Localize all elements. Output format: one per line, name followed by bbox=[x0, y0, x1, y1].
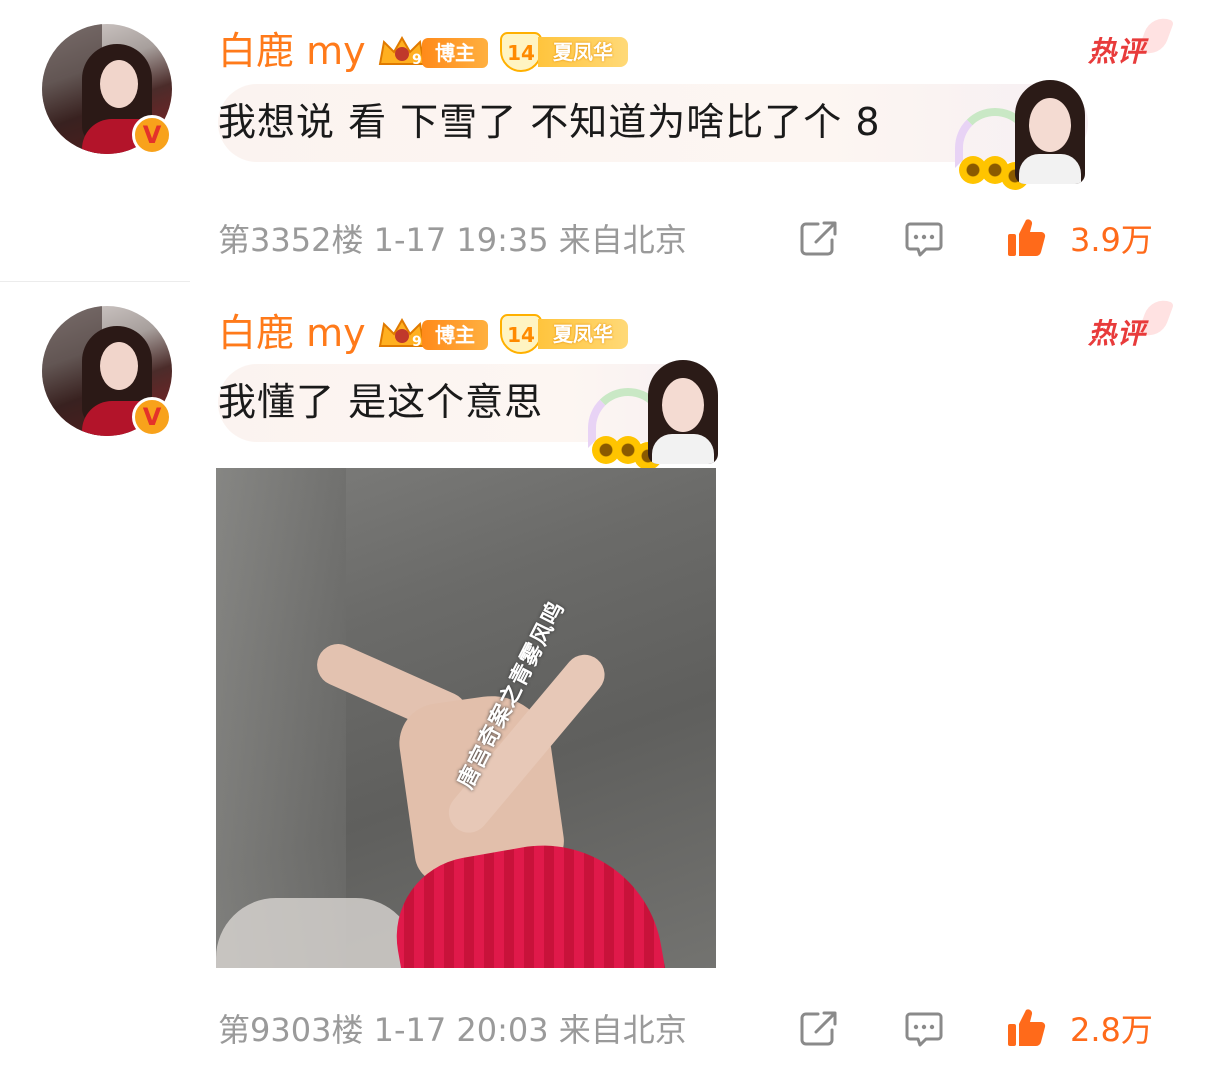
fan-badge[interactable]: 14 夏凤华 bbox=[500, 314, 630, 354]
crown-icon: 9 bbox=[378, 317, 426, 350]
verified-badge-icon: V bbox=[132, 115, 172, 155]
hot-comment-tag: 热评 bbox=[1088, 35, 1147, 68]
fan-group-label: 夏凤华 bbox=[538, 37, 628, 67]
share-icon[interactable] bbox=[796, 1006, 840, 1050]
hot-comment-tag: 热评 bbox=[1088, 317, 1147, 350]
thumbs-up-icon[interactable] bbox=[1004, 1006, 1048, 1050]
fan-level-icon: 14 bbox=[500, 32, 542, 72]
bubble-decoration-sticker bbox=[955, 80, 1085, 190]
comment-meta: 第9303楼 1-17 20:03 来自北京 bbox=[218, 1011, 687, 1049]
comment-icon[interactable] bbox=[902, 1006, 946, 1050]
thumbs-up-icon[interactable] bbox=[1004, 216, 1048, 260]
blogger-badge[interactable]: 9 博主 bbox=[376, 314, 490, 354]
comment-text: 我想说 看 下雪了 不知道为啥比了个 8 bbox=[218, 100, 881, 144]
crown-icon: 9 bbox=[378, 35, 426, 68]
bubble-decoration-sticker bbox=[588, 360, 718, 470]
blogger-badge[interactable]: 9 博主 bbox=[376, 32, 490, 72]
comment-icon[interactable] bbox=[902, 216, 946, 260]
comment-meta: 第3352楼 1-17 19:35 来自北京 bbox=[218, 221, 687, 259]
fan-badge[interactable]: 14 夏凤华 bbox=[500, 32, 630, 72]
svg-text:9: 9 bbox=[412, 334, 422, 350]
share-icon[interactable] bbox=[796, 216, 840, 260]
comment-image[interactable]: 唐宫奇案之青雾风鸣 bbox=[216, 468, 716, 968]
role-label: 博主 bbox=[422, 320, 488, 350]
comment-item: V 白鹿 my 9 博主 14 夏凤华 热评 我懂了 是这个意思 唐宫奇案之青雾… bbox=[0, 282, 1209, 1080]
comment-item: V 白鹿 my 9 博主 14 夏凤华 热评 我想说 看 下雪了 不知道为啥比了… bbox=[0, 0, 1209, 280]
fan-group-label: 夏凤华 bbox=[538, 319, 628, 349]
user-name[interactable]: 白鹿 my bbox=[218, 308, 366, 358]
like-count: 3.9万 bbox=[1070, 221, 1153, 259]
like-count: 2.8万 bbox=[1070, 1011, 1153, 1049]
verified-badge-icon: V bbox=[132, 397, 172, 437]
user-name[interactable]: 白鹿 my bbox=[218, 26, 366, 76]
comment-text: 我懂了 是这个意思 bbox=[218, 380, 544, 424]
role-label: 博主 bbox=[422, 38, 488, 68]
svg-text:9: 9 bbox=[412, 52, 422, 68]
fan-level-icon: 14 bbox=[500, 314, 542, 354]
